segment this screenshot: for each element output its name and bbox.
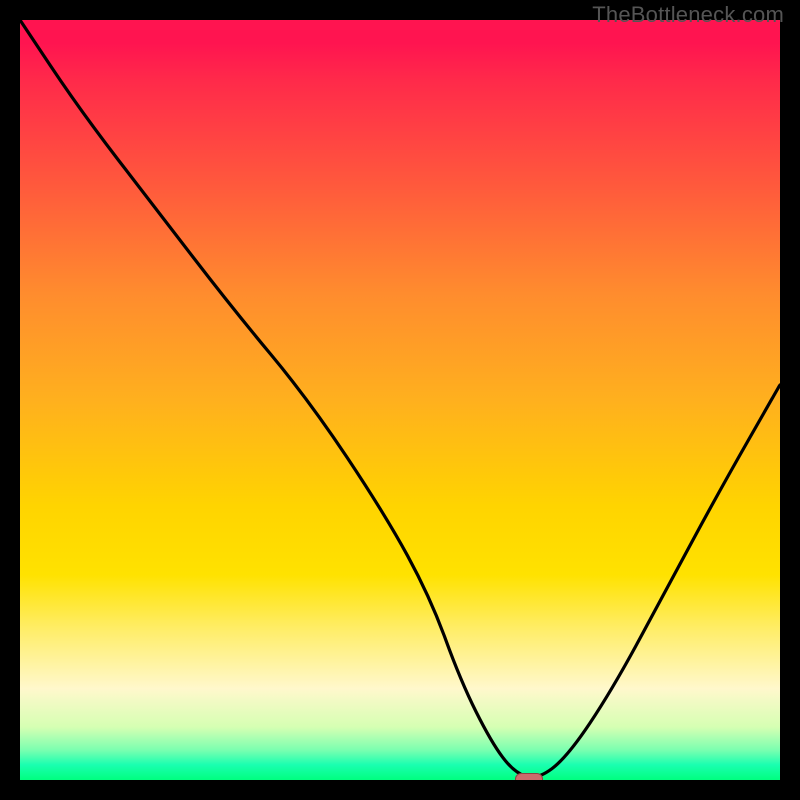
curve-path [20, 20, 780, 777]
chart-frame: TheBottleneck.com [0, 0, 800, 800]
plot-area [20, 20, 780, 780]
bottleneck-curve [20, 20, 780, 780]
optimum-marker [515, 773, 543, 780]
watermark-text: TheBottleneck.com [592, 2, 784, 28]
